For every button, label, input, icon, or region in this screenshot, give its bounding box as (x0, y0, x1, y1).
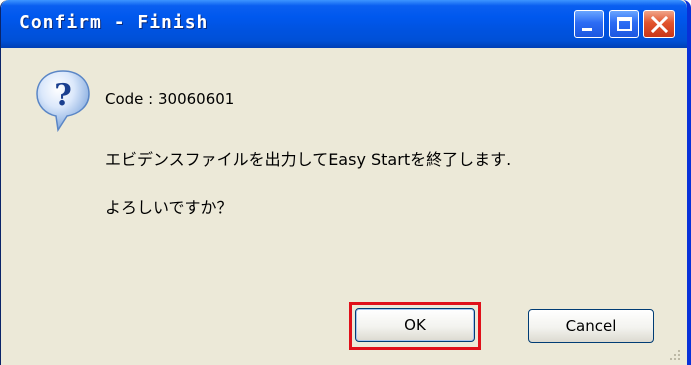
confirm-dialog-window: Confirm - Finish ? Code : 30060601 エビデンス… (0, 0, 691, 365)
ok-button[interactable]: OK (355, 308, 475, 342)
close-icon (650, 15, 669, 34)
svg-text:?: ? (54, 78, 72, 113)
maximize-icon (617, 17, 632, 31)
minimize-button[interactable] (574, 10, 604, 38)
message-line-1: エビデンスファイルを出力してEasy Startを終了します. (105, 150, 512, 169)
close-button[interactable] (643, 10, 675, 38)
title-bar[interactable]: Confirm - Finish (1, 0, 687, 48)
maximize-button[interactable] (609, 10, 639, 38)
question-icon: ? (36, 70, 90, 133)
window-title: Confirm - Finish (19, 12, 209, 33)
resize-grip-icon[interactable] (669, 349, 681, 361)
error-code: Code : 30060601 (105, 90, 235, 108)
cancel-button[interactable]: Cancel (528, 309, 654, 343)
minimize-icon (582, 28, 592, 31)
message-line-2: よろしいですか？ (105, 198, 233, 217)
